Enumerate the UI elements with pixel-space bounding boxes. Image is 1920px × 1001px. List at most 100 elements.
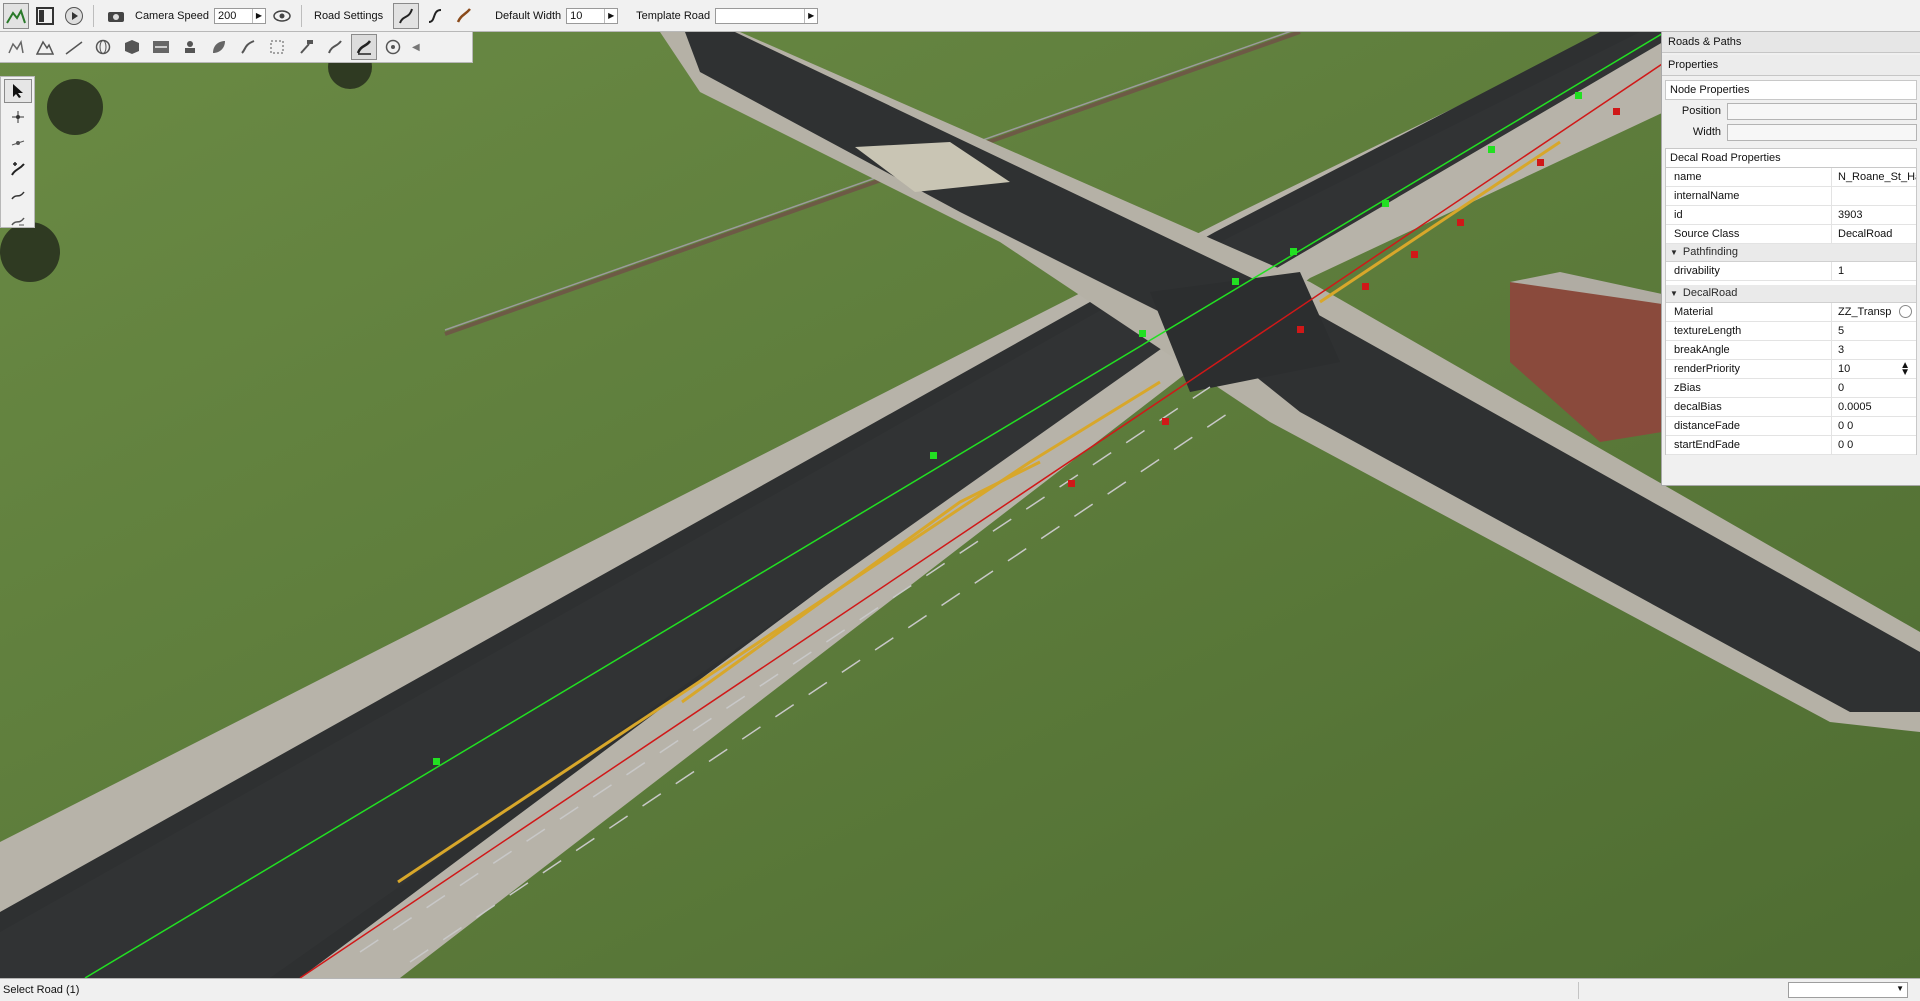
property-value[interactable]: 0 0 bbox=[1832, 417, 1916, 435]
cube-icon[interactable] bbox=[119, 34, 145, 60]
property-value[interactable]: 0.0005 bbox=[1832, 398, 1916, 416]
spline-node[interactable] bbox=[1488, 146, 1495, 153]
property-value[interactable]: N_Roane_St_Hai bbox=[1832, 168, 1916, 186]
property-row[interactable]: startEndFade 0 0 bbox=[1666, 436, 1916, 455]
chevron-right-icon[interactable]: ▶ bbox=[804, 8, 817, 23]
spline-node[interactable] bbox=[1290, 248, 1297, 255]
spline-node[interactable] bbox=[1297, 326, 1304, 333]
remove-node-icon[interactable] bbox=[4, 209, 32, 233]
play-icon[interactable] bbox=[61, 3, 87, 29]
spline-node[interactable] bbox=[1162, 418, 1169, 425]
leaf-icon[interactable] bbox=[206, 34, 232, 60]
road-scene[interactable] bbox=[0, 32, 1920, 978]
camera-icon[interactable] bbox=[103, 3, 129, 29]
add-road-icon[interactable] bbox=[4, 157, 32, 181]
spline-node[interactable] bbox=[1575, 92, 1582, 99]
select-arrow-icon[interactable] bbox=[4, 79, 32, 103]
road-editor-icon[interactable] bbox=[351, 34, 377, 60]
road-paint-tool-icon[interactable] bbox=[322, 34, 348, 60]
layout-icon[interactable] bbox=[32, 3, 58, 29]
spline-node[interactable] bbox=[1068, 480, 1075, 487]
slope-icon[interactable] bbox=[61, 34, 87, 60]
property-value[interactable]: 5 bbox=[1832, 322, 1916, 340]
scale-node-icon[interactable] bbox=[4, 131, 32, 155]
move-node-icon[interactable] bbox=[4, 105, 32, 129]
road-tools-palette bbox=[0, 76, 35, 228]
property-value[interactable]: 0 0 bbox=[1832, 436, 1916, 454]
property-row[interactable]: name N_Roane_St_Hai bbox=[1666, 168, 1916, 187]
camera-speed-field[interactable]: 200 ▶ bbox=[214, 7, 266, 24]
hammer-icon[interactable] bbox=[293, 34, 319, 60]
property-row[interactable]: zBias 0 bbox=[1666, 379, 1916, 398]
property-value[interactable]: DecalRoad bbox=[1832, 225, 1916, 243]
property-value[interactable]: 3 bbox=[1832, 341, 1916, 359]
spline-node[interactable] bbox=[1139, 330, 1146, 337]
collapse-triangle-icon[interactable]: ▼ bbox=[1670, 244, 1678, 261]
globe-icon[interactable] bbox=[90, 34, 116, 60]
property-row[interactable]: drivability 1 bbox=[1666, 262, 1916, 281]
path-icon[interactable] bbox=[148, 34, 174, 60]
road-spline-icon[interactable] bbox=[393, 2, 420, 29]
spline-node[interactable] bbox=[433, 758, 440, 765]
pathfinding-section[interactable]: ▼ Pathfinding bbox=[1666, 244, 1916, 262]
property-row[interactable]: breakAngle 3 bbox=[1666, 341, 1916, 360]
position-field[interactable] bbox=[1727, 102, 1917, 120]
property-row[interactable]: renderPriority 10 ▲ ▼ bbox=[1666, 360, 1916, 379]
spline-node[interactable] bbox=[1411, 251, 1418, 258]
property-row[interactable]: internalName bbox=[1666, 187, 1916, 206]
property-row[interactable]: decalBias 0.0005 bbox=[1666, 398, 1916, 417]
property-row[interactable]: Material ZZ_Transp bbox=[1666, 303, 1916, 322]
property-value[interactable]: 1 bbox=[1832, 262, 1916, 280]
property-value[interactable]: ZZ_Transp bbox=[1832, 303, 1916, 321]
property-row[interactable]: distanceFade 0 0 bbox=[1666, 417, 1916, 436]
width-field[interactable] bbox=[1727, 123, 1917, 141]
render-priority-value[interactable]: 10 bbox=[1838, 363, 1850, 375]
editor-tools-toolbar: ◀ bbox=[0, 32, 473, 63]
property-row[interactable]: Source Class DecalRoad bbox=[1666, 225, 1916, 244]
vehicle-wheel-icon[interactable] bbox=[380, 34, 406, 60]
property-key: decalBias bbox=[1666, 398, 1832, 416]
mountain-icon[interactable] bbox=[32, 34, 58, 60]
eye-icon[interactable] bbox=[269, 3, 295, 29]
property-key: id bbox=[1666, 206, 1832, 224]
property-value[interactable] bbox=[1832, 187, 1916, 205]
property-value[interactable]: 10 ▲ ▼ bbox=[1832, 360, 1916, 378]
spline-node[interactable] bbox=[1232, 278, 1239, 285]
terrain-editor-icon[interactable] bbox=[3, 2, 29, 29]
spline-node[interactable] bbox=[1537, 159, 1544, 166]
property-row[interactable]: id 3903 bbox=[1666, 206, 1916, 225]
road-paint-icon[interactable] bbox=[451, 3, 477, 29]
status-combo[interactable]: ▼ bbox=[1788, 982, 1908, 998]
property-value[interactable]: 3903 bbox=[1832, 206, 1916, 224]
chevron-right-icon[interactable]: ▶ bbox=[252, 8, 265, 23]
template-road-field[interactable]: ▶ bbox=[715, 7, 819, 24]
default-width-value[interactable]: 10 bbox=[567, 10, 604, 22]
chevron-left-icon[interactable]: ◀ bbox=[412, 42, 420, 53]
insert-node-icon[interactable] bbox=[4, 183, 32, 207]
stamp-icon[interactable] bbox=[177, 34, 203, 60]
material-value[interactable]: ZZ_Transp bbox=[1838, 306, 1891, 318]
default-width-field[interactable]: 10 ▶ bbox=[566, 7, 619, 24]
river-icon[interactable] bbox=[235, 34, 261, 60]
property-row[interactable]: textureLength 5 bbox=[1666, 322, 1916, 341]
collapse-triangle-icon[interactable]: ▼ bbox=[1670, 285, 1678, 302]
spline-node[interactable] bbox=[1382, 200, 1389, 207]
spline-node[interactable] bbox=[1457, 219, 1464, 226]
property-key: renderPriority bbox=[1666, 360, 1832, 378]
decalroad-section[interactable]: ▼ DecalRoad bbox=[1666, 285, 1916, 303]
selection-box-icon[interactable] bbox=[264, 34, 290, 60]
camera-speed-value[interactable]: 200 bbox=[215, 10, 252, 22]
property-value[interactable]: 0 bbox=[1832, 379, 1916, 397]
width-label: Width bbox=[1692, 126, 1721, 138]
chevron-right-icon[interactable]: ▶ bbox=[604, 8, 617, 23]
spline-node[interactable] bbox=[930, 452, 937, 459]
spline-node[interactable] bbox=[1613, 108, 1620, 115]
terrain-tool-icon[interactable] bbox=[3, 34, 29, 60]
3d-viewport[interactable] bbox=[0, 32, 1920, 978]
road-curve-icon[interactable] bbox=[422, 3, 448, 29]
spline-node[interactable] bbox=[1362, 283, 1369, 290]
spinner-arrows-icon[interactable]: ▲ ▼ bbox=[1900, 361, 1910, 378]
chevron-down-icon[interactable]: ▼ bbox=[1896, 984, 1904, 993]
decal-road-property-grid: name N_Roane_St_Hai internalName id 3903 S… bbox=[1665, 168, 1917, 455]
globe-icon[interactable] bbox=[1899, 305, 1912, 318]
